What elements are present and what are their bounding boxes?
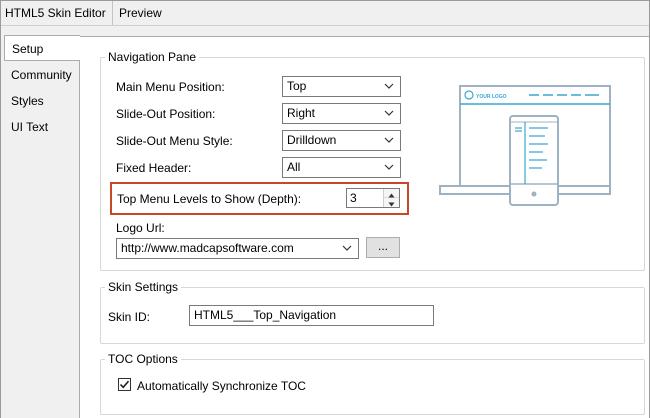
auto-sync-toc-checkbox[interactable] bbox=[118, 378, 131, 391]
toc-options-group: TOC Options Automatically Synchronize TO… bbox=[100, 352, 645, 415]
chevron-down-icon bbox=[384, 83, 394, 89]
chevron-down-icon bbox=[384, 164, 394, 170]
stepper-buttons bbox=[383, 189, 399, 207]
preview-logo-text: YOUR LOGO bbox=[476, 94, 507, 100]
slide-out-menu-style-select[interactable]: Drilldown bbox=[282, 130, 401, 151]
browse-logo-button[interactable]: ... bbox=[366, 237, 400, 258]
slide-out-menu-style-value: Drilldown bbox=[287, 133, 337, 147]
top-menu-levels-label: Top Menu Levels to Show (Depth): bbox=[117, 192, 302, 206]
slide-out-position-label: Slide-Out Position: bbox=[116, 107, 216, 121]
main-menu-position-value: Top bbox=[287, 79, 307, 93]
skin-editor-window: HTML5 Skin Editor Preview Setup Communit… bbox=[0, 0, 650, 418]
skin-id-label: Skin ID: bbox=[108, 310, 151, 324]
fixed-header-label: Fixed Header: bbox=[116, 161, 192, 175]
top-tab-bar: HTML5 Skin Editor Preview bbox=[1, 1, 649, 26]
sidebar: Setup Community Styles UI Text bbox=[1, 26, 80, 418]
sidebar-tab-community[interactable]: Community bbox=[11, 64, 72, 86]
top-menu-levels-stepper[interactable]: 3 bbox=[346, 188, 400, 208]
navigation-pane-group: Navigation Pane Main Menu Position: Top … bbox=[100, 50, 645, 271]
toc-options-title: TOC Options bbox=[105, 352, 181, 366]
top-menu-levels-value: 3 bbox=[350, 191, 357, 205]
skin-settings-group: Skin Settings Skin ID: HTML5___Top_Navig… bbox=[100, 280, 645, 344]
slide-out-position-value: Right bbox=[287, 106, 316, 120]
logo-url-value: http://www.madcapsoftware.com bbox=[121, 241, 294, 255]
triangle-down-icon bbox=[388, 202, 395, 207]
slide-out-menu-style-label: Slide-Out Menu Style: bbox=[116, 134, 233, 148]
fixed-header-select[interactable]: All bbox=[282, 157, 401, 178]
auto-sync-toc-label[interactable]: Automatically Synchronize TOC bbox=[137, 379, 306, 393]
chevron-down-icon bbox=[384, 137, 394, 143]
skin-id-input[interactable]: HTML5___Top_Navigation bbox=[189, 305, 434, 326]
sidebar-tab-styles[interactable]: Styles bbox=[11, 90, 44, 112]
sidebar-tab-setup[interactable]: Setup bbox=[4, 35, 80, 61]
stepper-down-button[interactable] bbox=[384, 198, 399, 207]
skin-settings-title: Skin Settings bbox=[105, 280, 182, 294]
slide-out-position-select[interactable]: Right bbox=[282, 103, 401, 124]
checkmark-icon bbox=[119, 380, 130, 389]
main-menu-position-label: Main Menu Position: bbox=[116, 80, 225, 94]
main-menu-position-select[interactable]: Top bbox=[282, 76, 401, 97]
tab-html5-skin-editor[interactable]: HTML5 Skin Editor bbox=[1, 1, 113, 25]
chevron-down-icon bbox=[384, 110, 394, 116]
fixed-header-value: All bbox=[287, 160, 301, 174]
logo-url-combobox[interactable]: http://www.madcapsoftware.com bbox=[116, 238, 359, 259]
sidebar-tab-ui-text[interactable]: UI Text bbox=[11, 116, 48, 138]
tab-preview[interactable]: Preview bbox=[113, 1, 168, 25]
chevron-down-icon bbox=[342, 245, 352, 251]
navigation-pane-title: Navigation Pane bbox=[105, 50, 200, 64]
layout-preview-illustration: YOUR LOGO bbox=[439, 85, 611, 206]
setup-panel: Navigation Pane Main Menu Position: Top … bbox=[79, 36, 649, 418]
stepper-up-button[interactable] bbox=[384, 189, 399, 198]
logo-url-label: Logo Url: bbox=[116, 221, 165, 235]
